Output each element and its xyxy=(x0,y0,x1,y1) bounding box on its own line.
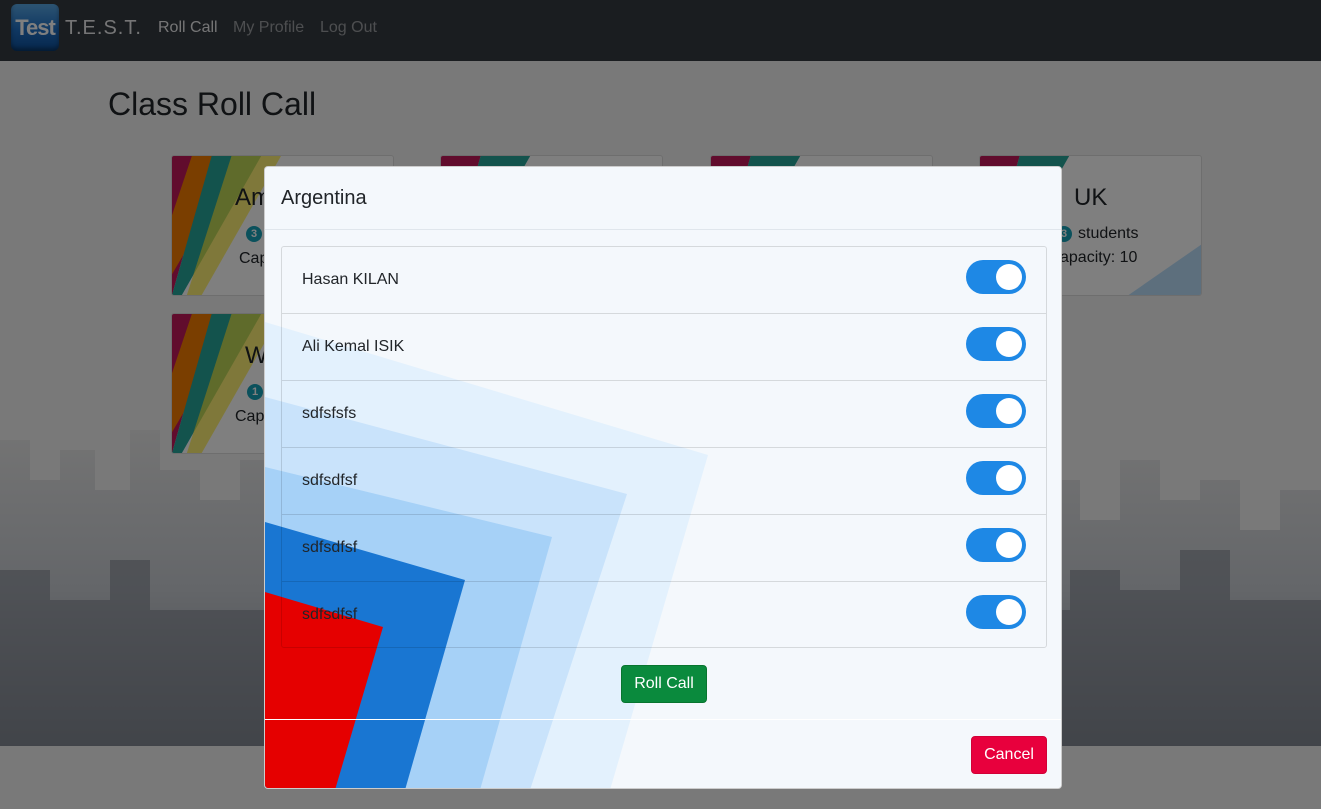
toggle-knob xyxy=(996,465,1022,491)
toggle-knob xyxy=(996,331,1022,357)
student-row: sdfsdfsf xyxy=(282,515,1046,582)
attendance-toggle[interactable] xyxy=(966,528,1026,562)
modal-header: Argentina xyxy=(265,167,1061,230)
roll-call-modal: Argentina Hasan KILAN Ali Kemal ISIK sdf… xyxy=(264,166,1062,789)
student-row: sdfsfsfs xyxy=(282,381,1046,448)
student-row: sdfsdfsf xyxy=(282,582,1046,649)
modal-title: Argentina xyxy=(281,187,367,209)
student-name: sdfsfsfs xyxy=(302,405,357,422)
student-name: Hasan KILAN xyxy=(302,271,399,288)
toggle-knob xyxy=(996,532,1022,558)
toggle-knob xyxy=(996,398,1022,424)
attendance-toggle[interactable] xyxy=(966,260,1026,294)
attendance-toggle[interactable] xyxy=(966,595,1026,629)
student-name: Ali Kemal ISIK xyxy=(302,338,405,355)
student-row: Ali Kemal ISIK xyxy=(282,314,1046,381)
roll-call-button[interactable]: Roll Call xyxy=(621,665,707,703)
attendance-toggle[interactable] xyxy=(966,461,1026,495)
student-row: Hasan KILAN xyxy=(282,247,1046,314)
student-name: sdfsdfsf xyxy=(302,472,358,489)
cancel-button[interactable]: Cancel xyxy=(971,736,1047,774)
student-name: sdfsdfsf xyxy=(302,606,358,623)
attendance-toggle[interactable] xyxy=(966,394,1026,428)
modal-footer-divider xyxy=(265,719,1061,720)
toggle-knob xyxy=(996,264,1022,290)
attendance-toggle[interactable] xyxy=(966,327,1026,361)
student-list: Hasan KILAN Ali Kemal ISIK sdfsfsfs sdfs… xyxy=(281,246,1047,648)
student-name: sdfsdfsf xyxy=(302,539,358,556)
student-row: sdfsdfsf xyxy=(282,448,1046,515)
toggle-knob xyxy=(996,599,1022,625)
